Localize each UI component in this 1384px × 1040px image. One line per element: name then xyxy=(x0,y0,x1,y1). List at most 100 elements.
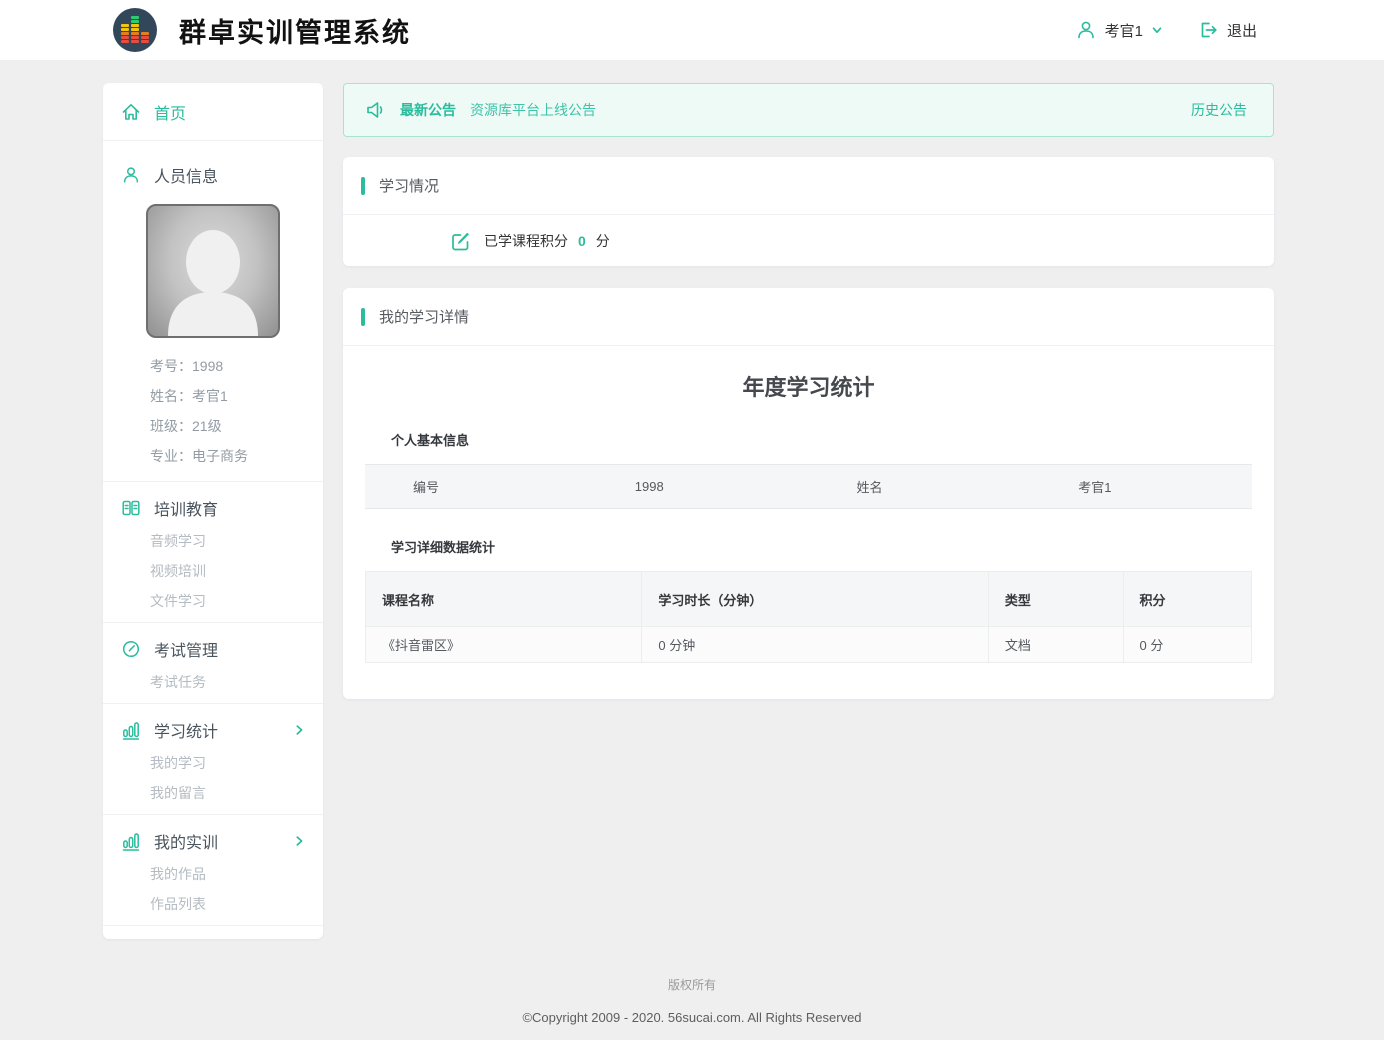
brand: 群卓实训管理系统 xyxy=(113,8,411,52)
sidebar-item-my-study[interactable]: 我的学习 xyxy=(103,748,323,778)
score-value: 0 xyxy=(578,233,586,249)
cell-score: 0 分 xyxy=(1123,627,1251,663)
chevron-down-icon xyxy=(1151,24,1163,36)
accent-bar xyxy=(361,308,365,326)
col-study-duration: 学习时长（分钟） xyxy=(642,572,988,627)
cell-course-name: 《抖音雷区》 xyxy=(366,627,642,663)
sidebar-group-my-training: 我的实训 我的作品 作品列表 xyxy=(103,815,323,925)
header-right: 考官1 退出 xyxy=(1075,19,1257,41)
chevron-right-icon xyxy=(293,835,305,847)
home-icon xyxy=(121,102,141,122)
person-icon xyxy=(121,165,141,185)
logout-icon xyxy=(1197,19,1219,41)
content: 首页 人员信息 考号：1998 姓名： xyxy=(0,60,1384,939)
sidebar: 首页 人员信息 考号：1998 姓名： xyxy=(103,83,323,939)
divider xyxy=(103,925,323,926)
study-status-content: 已学课程积分 0 分 xyxy=(343,215,1274,266)
group-label: 我的实训 xyxy=(154,829,218,853)
group-label: 学习统计 xyxy=(154,718,218,742)
group-items: 音频学习 视频培训 文件学习 xyxy=(103,526,323,616)
app-footer: 版权所有 ©Copyright 2009 - 2020. 56sucai.com… xyxy=(0,939,1384,1025)
basic-info-id-label: 编号 xyxy=(365,477,587,496)
study-detail-card: 我的学习详情 年度学习统计 个人基本信息 编号 1998 姓名 考官1 学习详细… xyxy=(343,288,1274,699)
sidebar-item-works-list[interactable]: 作品列表 xyxy=(103,889,323,919)
study-status-header: 学习情况 xyxy=(343,157,1274,215)
table-row: 《抖音雷区》 0 分钟 文档 0 分 xyxy=(366,627,1252,663)
profile-section: 人员信息 考号：1998 姓名：考官1 班级：21级 专业：电子商务 xyxy=(103,141,323,481)
announcement-bar: 最新公告 资源库平台上线公告 历史公告 xyxy=(343,83,1274,137)
bar-chart-icon xyxy=(121,721,141,740)
sidebar-group-study-statistics: 学习统计 我的学习 我的留言 xyxy=(103,704,323,814)
app-title: 群卓实训管理系统 xyxy=(179,11,411,50)
basic-info-name-value: 考官1 xyxy=(1030,477,1252,496)
edit-icon xyxy=(450,230,472,252)
chevron-right-icon xyxy=(293,724,305,736)
avatar xyxy=(146,204,280,338)
user-icon xyxy=(1075,19,1097,41)
main: 最新公告 资源库平台上线公告 历史公告 学习情况 已学课程积分 0 分 xyxy=(343,83,1274,699)
profile-exam-number: 考号：1998 xyxy=(150,351,323,381)
app-logo-icon xyxy=(113,8,157,52)
study-status-title: 学习情况 xyxy=(379,175,439,196)
announcement-history-link[interactable]: 历史公告 xyxy=(1191,100,1247,120)
user-name: 考官1 xyxy=(1105,20,1143,41)
report-title: 年度学习统计 xyxy=(343,370,1274,402)
stats-table-header-row: 课程名称 学习时长（分钟） 类型 积分 xyxy=(366,572,1252,627)
profile-title: 人员信息 xyxy=(154,163,218,187)
detail-body: 个人基本信息 编号 1998 姓名 考官1 学习详细数据统计 课程名称 学 xyxy=(343,430,1274,663)
accent-bar xyxy=(361,177,365,195)
profile-class: 班级：21级 xyxy=(150,411,323,441)
group-label: 考试管理 xyxy=(154,637,218,661)
sidebar-group-exam-management: 考试管理 考试任务 xyxy=(103,623,323,703)
sidebar-item-study-statistics[interactable]: 学习统计 xyxy=(103,712,323,748)
cell-study-duration: 0 分钟 xyxy=(642,627,988,663)
col-course-name: 课程名称 xyxy=(366,572,642,627)
book-icon xyxy=(121,498,141,518)
announcement-link[interactable]: 资源库平台上线公告 xyxy=(470,100,596,120)
app-header: 群卓实训管理系统 考官1 xyxy=(0,0,1384,60)
sidebar-item-file-study[interactable]: 文件学习 xyxy=(103,586,323,616)
profile-major: 专业：电子商务 xyxy=(150,441,323,471)
bar-chart-icon xyxy=(121,832,141,851)
group-items: 考试任务 xyxy=(103,667,323,697)
sidebar-item-exam-task[interactable]: 考试任务 xyxy=(103,667,323,697)
col-type: 类型 xyxy=(988,572,1123,627)
sidebar-item-my-training[interactable]: 我的实训 xyxy=(103,823,323,859)
study-status-card: 学习情况 已学课程积分 0 分 xyxy=(343,157,1274,266)
group-label: 培训教育 xyxy=(154,496,218,520)
study-detail-title: 我的学习详情 xyxy=(379,306,469,327)
profile-name: 姓名：考官1 xyxy=(150,381,323,411)
basic-info-title: 个人基本信息 xyxy=(391,430,1252,449)
sidebar-item-my-messages[interactable]: 我的留言 xyxy=(103,778,323,808)
group-items: 我的作品 作品列表 xyxy=(103,859,323,919)
logout-label: 退出 xyxy=(1227,20,1257,41)
basic-info-row: 编号 1998 姓名 考官1 xyxy=(365,464,1252,509)
basic-info-id-value: 1998 xyxy=(587,479,809,494)
sidebar-item-audio-study[interactable]: 音频学习 xyxy=(103,526,323,556)
sidebar-group-training-education: 培训教育 音频学习 视频培训 文件学习 xyxy=(103,482,323,622)
score-unit: 分 xyxy=(596,231,610,251)
clock-icon xyxy=(121,639,141,659)
sidebar-item-profile[interactable]: 人员信息 xyxy=(103,158,323,192)
sidebar-item-exam-management[interactable]: 考试管理 xyxy=(103,631,323,667)
sidebar-item-my-works[interactable]: 我的作品 xyxy=(103,859,323,889)
sidebar-item-video-training[interactable]: 视频培训 xyxy=(103,556,323,586)
cell-type: 文档 xyxy=(988,627,1123,663)
stats-title: 学习详细数据统计 xyxy=(391,537,1252,556)
stats-table: 课程名称 学习时长（分钟） 类型 积分 《抖音雷区》 0 分钟 文档 0 分 xyxy=(365,571,1252,663)
sidebar-item-home[interactable]: 首页 xyxy=(103,83,323,140)
profile-info: 考号：1998 姓名：考官1 班级：21级 专业：电子商务 xyxy=(103,351,323,471)
copyright-line1: 版权所有 xyxy=(0,976,1384,993)
speaker-icon xyxy=(364,98,388,122)
sidebar-item-training-education[interactable]: 培训教育 xyxy=(103,490,323,526)
announcement-latest-label: 最新公告 xyxy=(400,100,456,120)
group-items: 我的学习 我的留言 xyxy=(103,748,323,808)
score-label: 已学课程积分 xyxy=(484,231,568,251)
study-detail-header: 我的学习详情 xyxy=(343,288,1274,346)
basic-info-name-label: 姓名 xyxy=(809,477,1031,496)
sidebar-home-label: 首页 xyxy=(154,100,186,124)
user-menu[interactable]: 考官1 xyxy=(1075,19,1163,41)
col-score: 积分 xyxy=(1123,572,1251,627)
logout-button[interactable]: 退出 xyxy=(1197,19,1257,41)
copyright-line2: ©Copyright 2009 - 2020. 56sucai.com. All… xyxy=(0,1010,1384,1025)
